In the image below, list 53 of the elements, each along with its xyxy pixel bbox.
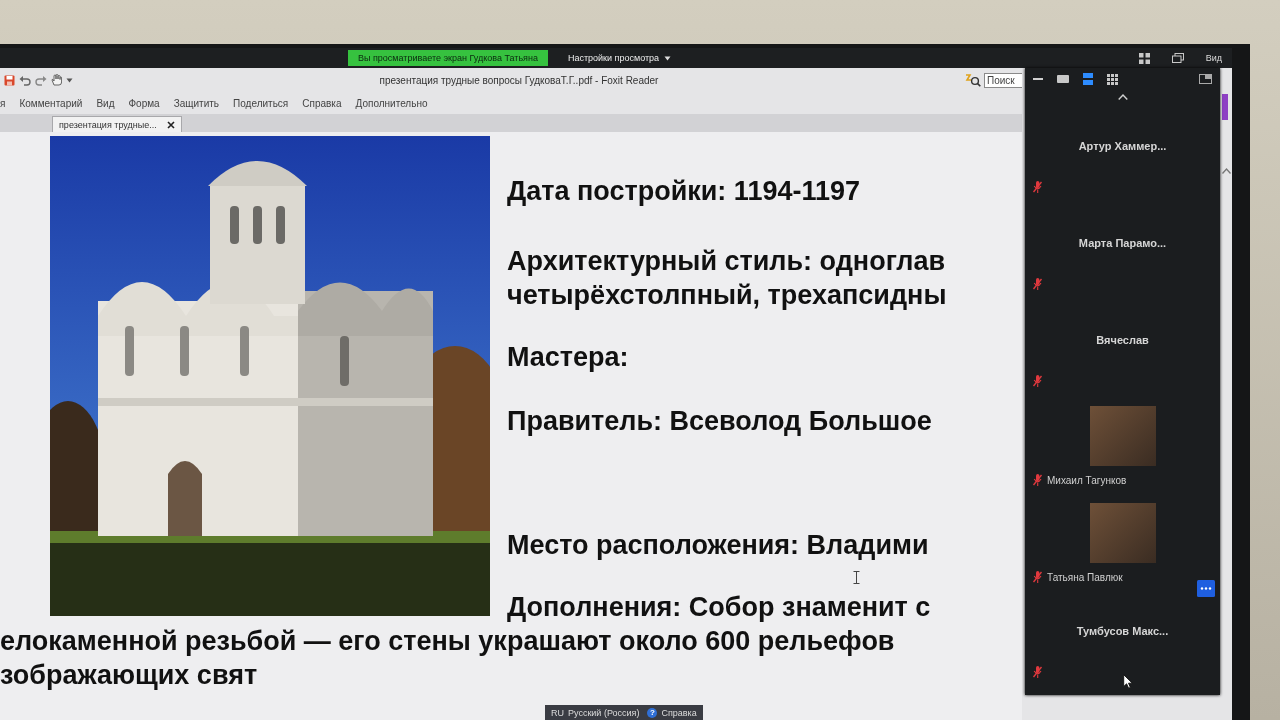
participant-name: Артур Хаммер... [1078,139,1167,152]
menu-item[interactable]: Поделиться [233,97,289,109]
help-icon: ? [647,707,658,718]
text-line: зображающих свят [0,659,259,692]
text-line: Дата постройки: 1194-1197 [507,175,861,208]
text-line: Мастера: [507,341,630,374]
text-line: Дополнения: Собор знаменит с [507,591,932,624]
hand-icon[interactable] [51,74,62,86]
participant-name: Тумбусов Макс... [1076,624,1169,637]
undo-icon[interactable] [19,74,31,86]
more-options-icon[interactable] [1197,580,1215,597]
window-title: презентация трудные вопросы ГудковаТ.Г..pdf - Foxit Reader [378,74,660,86]
strip-view-icon[interactable] [1083,73,1093,85]
text-line: четырёхстолпный, трехапсидны [507,279,948,312]
language-button[interactable]: RU Русский (Россия) [551,707,640,718]
speaker-view-icon[interactable] [1057,74,1069,84]
chevron-up-icon[interactable] [1117,94,1128,100]
caret-icon[interactable] [66,77,73,83]
scroll-up-icon[interactable] [1222,168,1231,174]
gallery-view-icon[interactable] [1107,73,1118,85]
menu-item[interactable]: Дополнительно [355,97,428,109]
participant-name: Марта Парамо... [1078,236,1167,249]
text-line: Правитель: Всеволод Большое [507,405,933,438]
close-icon[interactable] [166,120,175,129]
text-line: Архитектурный стиль: одноглав [507,245,946,278]
menu-item[interactable]: Справка [302,97,342,109]
caret-icon [664,55,672,61]
search-icon[interactable] [965,73,981,87]
text-line: Место расположения: Владими [507,529,930,562]
popout-icon[interactable] [1199,74,1212,84]
text-cursor-icon [853,571,860,584]
menu-item[interactable]: Форма [128,97,160,109]
document-tab[interactable]: презентация трудные... [52,116,182,132]
window-icon[interactable] [1171,53,1184,63]
participant-name: Михаил Тагунков [1047,474,1127,486]
participant-name: Татьяна Павлюк [1047,571,1123,583]
menu-item[interactable]: я [0,97,6,109]
grid-icon[interactable] [1138,52,1150,64]
view-button[interactable]: Вид [1205,53,1222,63]
video-placeholder [1089,406,1156,466]
menu-item[interactable]: Вид [96,97,115,109]
save-icon[interactable] [4,74,15,86]
menu-item[interactable]: Защитить [173,97,220,109]
redo-icon[interactable] [35,74,47,86]
text-line: елокаменной резьбой — его стены украшают около 600 рельефов [0,625,896,658]
search-field[interactable]: Поиск [984,72,1022,88]
share-notice: Вы просматриваете экран Гудкова Татьяна [348,50,548,66]
participant-name: Вячеслав [1096,333,1149,346]
pointer-cursor-icon [1123,674,1133,689]
view-settings-button[interactable]: Настройки просмотра [567,53,672,63]
menu-item[interactable]: Комментарий [19,97,83,109]
help-button[interactable]: ? Справка [647,707,697,718]
video-placeholder [1089,503,1156,563]
